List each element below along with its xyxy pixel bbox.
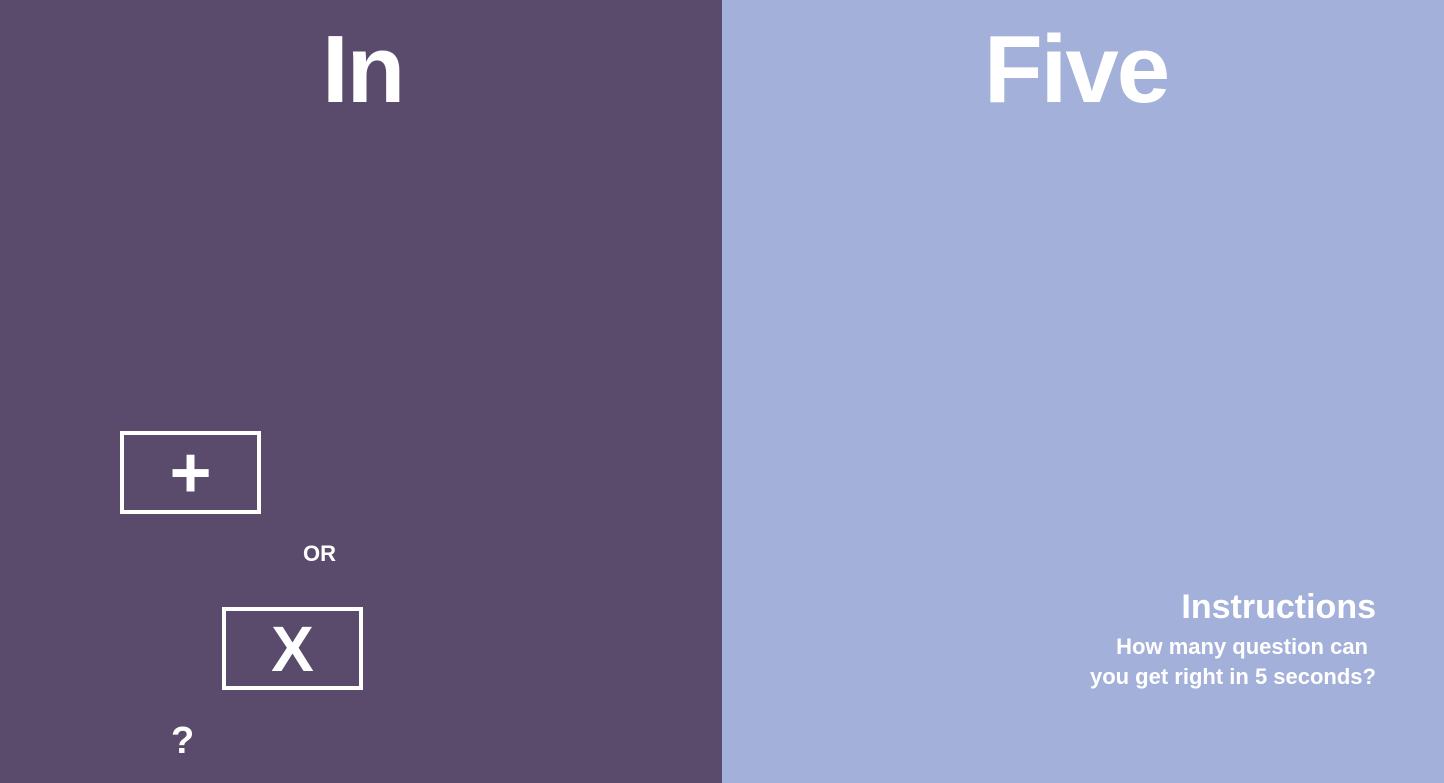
- question-mark: ?: [171, 720, 195, 762]
- instructions-line-1: How many question can: [1116, 634, 1368, 660]
- instructions-block: Instructions How many question can you g…: [1016, 588, 1376, 692]
- left-panel: In + OR X ?: [0, 0, 722, 783]
- multiply-button[interactable]: X: [222, 607, 363, 690]
- plus-button[interactable]: +: [120, 431, 261, 514]
- title-word-in: In: [322, 16, 405, 123]
- instructions-title: Instructions: [1181, 588, 1376, 626]
- game-stage: In + OR X ? Five Instructions How many q…: [0, 0, 1444, 783]
- multiply-icon: X: [271, 612, 314, 685]
- instructions-line-2: you get right in 5 seconds?: [1089, 664, 1376, 690]
- plus-icon: +: [169, 432, 212, 513]
- right-panel: Five Instructions How many question can …: [722, 0, 1444, 783]
- or-label: OR: [303, 541, 336, 566]
- title-word-five: Five: [984, 16, 1170, 123]
